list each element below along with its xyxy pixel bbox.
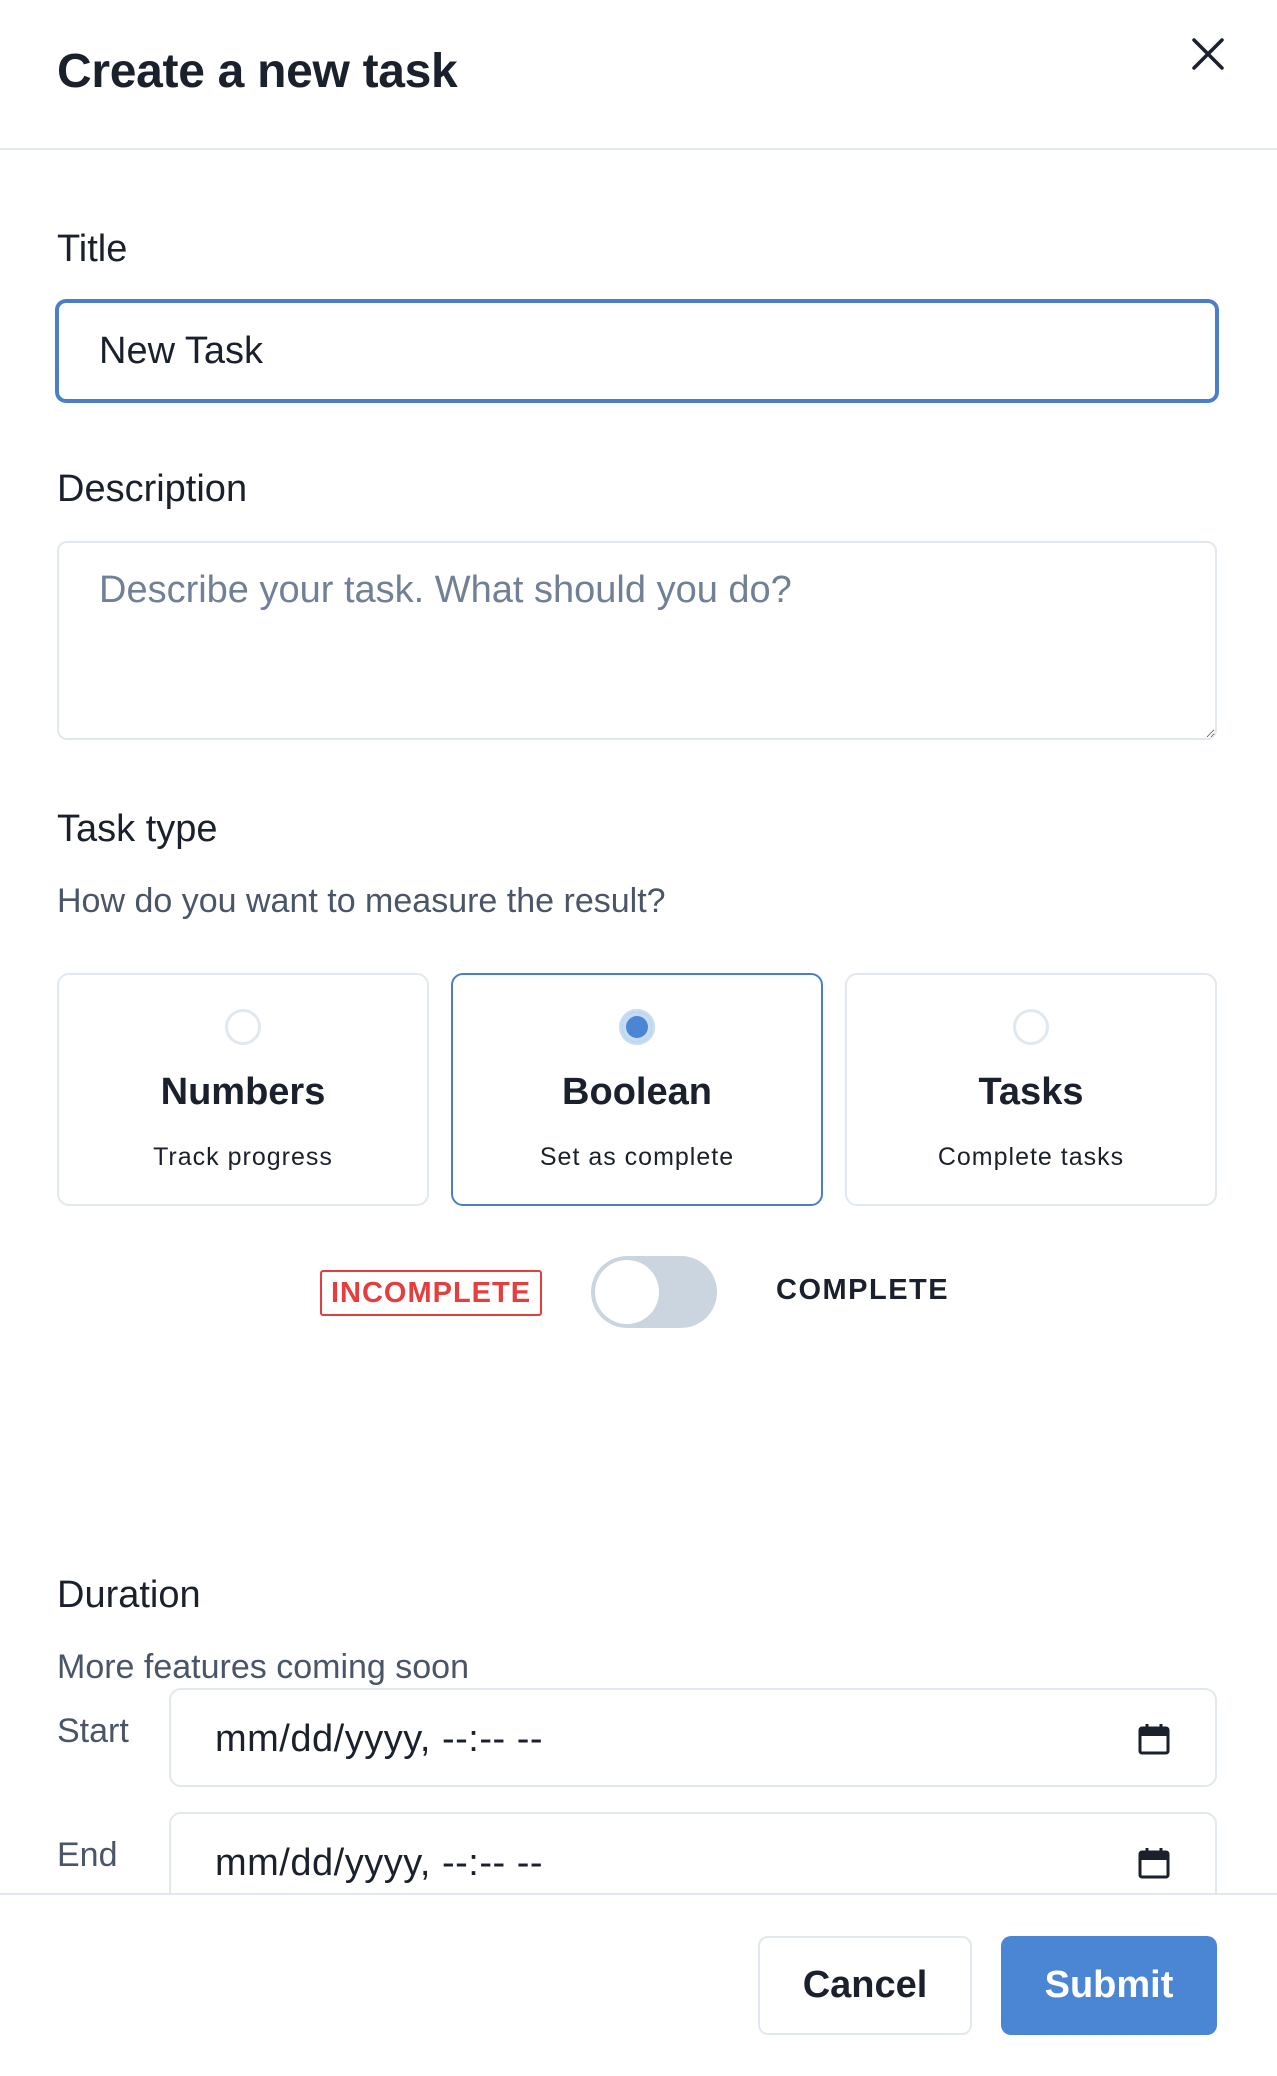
modal-title: Create a new task xyxy=(57,45,458,98)
cancel-button[interactable]: Cancel xyxy=(758,1936,972,2035)
modal-header: Create a new task xyxy=(0,0,1277,150)
task-type-card-tasks[interactable]: Tasks Complete tasks xyxy=(845,973,1217,1206)
duration-label: Duration xyxy=(57,1574,201,1616)
card-subtitle: Track progress xyxy=(153,1143,333,1171)
start-datetime-input[interactable]: mm/dd/yyyy, --:-- -- xyxy=(169,1688,1217,1787)
duration-hint: More features coming soon xyxy=(57,1648,469,1686)
title-input[interactable] xyxy=(56,300,1218,402)
incomplete-badge: INCOMPLETE xyxy=(320,1270,542,1316)
card-title: Tasks xyxy=(978,1071,1084,1113)
title-label: Title xyxy=(57,228,128,270)
radio-tasks[interactable] xyxy=(1013,1009,1049,1045)
description-label: Description xyxy=(57,468,248,510)
modal-footer: Cancel Submit xyxy=(0,1893,1277,2076)
close-button[interactable] xyxy=(1184,30,1232,78)
card-subtitle: Complete tasks xyxy=(937,1143,1125,1171)
radio-numbers[interactable] xyxy=(225,1009,261,1045)
submit-button[interactable]: Submit xyxy=(1001,1936,1217,2035)
card-title: Boolean xyxy=(562,1071,712,1113)
complete-toggle-switch[interactable] xyxy=(591,1256,717,1328)
radio-boolean[interactable] xyxy=(619,1009,655,1045)
toggle-knob xyxy=(595,1260,659,1324)
calendar-icon[interactable] xyxy=(1137,1722,1171,1756)
end-datetime-value: mm/dd/yyyy, --:-- -- xyxy=(215,1842,544,1884)
complete-label: COMPLETE xyxy=(776,1274,950,1306)
description-textarea[interactable] xyxy=(57,541,1217,740)
start-datetime-value: mm/dd/yyyy, --:-- -- xyxy=(215,1718,544,1760)
start-label: Start xyxy=(57,1712,129,1750)
task-type-card-numbers[interactable]: Numbers Track progress xyxy=(57,973,429,1206)
card-title: Numbers xyxy=(160,1071,326,1113)
close-icon xyxy=(1192,38,1224,70)
task-type-card-boolean[interactable]: Boolean Set as complete xyxy=(451,973,823,1206)
end-label: End xyxy=(57,1836,118,1874)
card-subtitle: Set as complete xyxy=(539,1143,735,1171)
create-task-modal: Create a new task Title Description Task… xyxy=(0,0,1277,2076)
task-type-hint: How do you want to measure the result? xyxy=(57,882,666,920)
task-type-label: Task type xyxy=(57,808,218,850)
calendar-icon[interactable] xyxy=(1137,1846,1171,1880)
